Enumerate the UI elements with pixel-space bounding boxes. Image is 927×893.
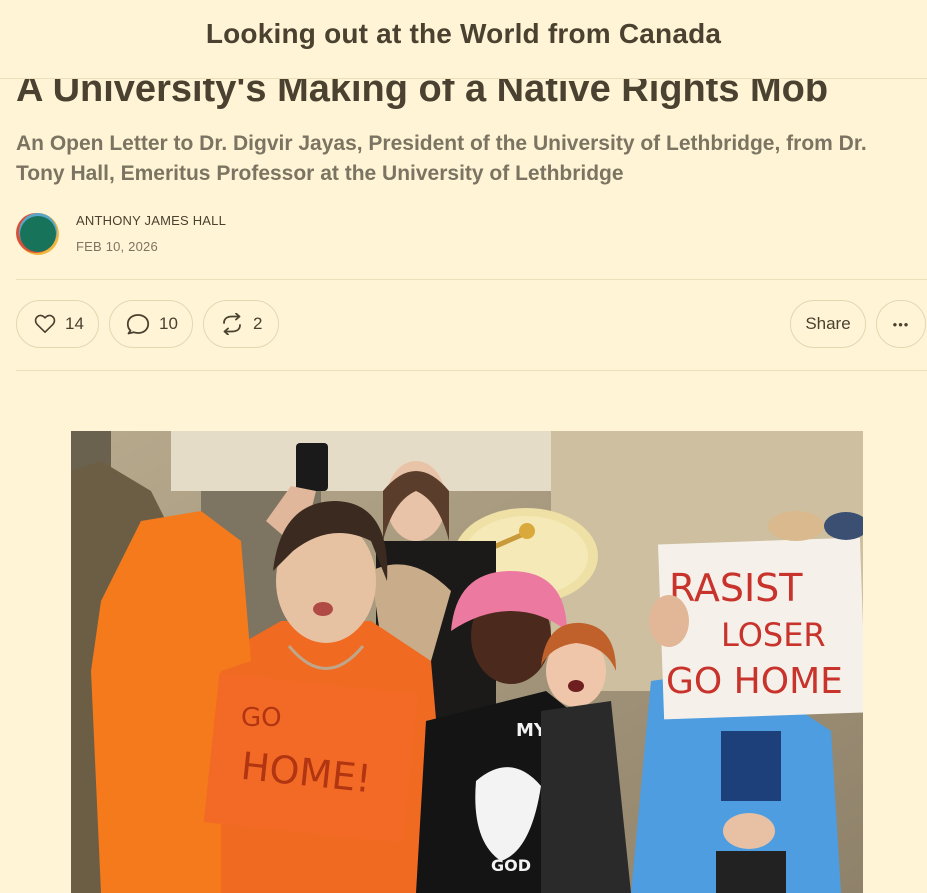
comment-count: 10 bbox=[159, 314, 178, 333]
hero-image[interactable]: GO HOME! MY! GOD RASIST LOSER GO HOME bbox=[71, 431, 863, 893]
heart-icon bbox=[34, 314, 56, 333]
more-options-button[interactable]: ••• bbox=[876, 300, 926, 348]
divider-bottom bbox=[16, 370, 927, 371]
author-name[interactable]: ANTHONY JAMES HALL bbox=[76, 213, 226, 228]
publication-header: Looking out at the World from Canada bbox=[0, 0, 927, 79]
share-label: Share bbox=[805, 314, 851, 333]
restack-count: 2 bbox=[253, 314, 263, 333]
protest-photo: GO HOME! MY! GOD RASIST LOSER GO HOME bbox=[71, 431, 863, 893]
speech-bubble-icon bbox=[126, 314, 150, 335]
post-subtitle: An Open Letter to Dr. Digvir Jayas, Pres… bbox=[16, 132, 867, 185]
restack-button[interactable]: 2 bbox=[203, 300, 279, 348]
divider-top bbox=[16, 279, 927, 280]
share-button[interactable]: Share bbox=[790, 300, 866, 348]
sign-right-line2: LOSER bbox=[721, 616, 826, 654]
sign-right-line3: GO HOME bbox=[666, 661, 843, 702]
shirt-text-bottom: GOD bbox=[491, 856, 531, 875]
sign-right-line1: RASIST bbox=[669, 566, 803, 610]
like-button[interactable]: 14 bbox=[16, 300, 99, 348]
post-date: FEB 10, 2026 bbox=[76, 239, 158, 254]
sign-left-line1: GO bbox=[241, 703, 282, 733]
comment-button[interactable]: 10 bbox=[109, 300, 193, 348]
publication-name[interactable]: Looking out at the World from Canada bbox=[206, 18, 721, 50]
ellipsis-icon: ••• bbox=[892, 316, 910, 332]
avatar-logo-icon bbox=[16, 213, 59, 255]
author-avatar[interactable] bbox=[16, 212, 60, 256]
like-count: 14 bbox=[65, 314, 84, 333]
restack-arrows-icon bbox=[223, 313, 241, 335]
